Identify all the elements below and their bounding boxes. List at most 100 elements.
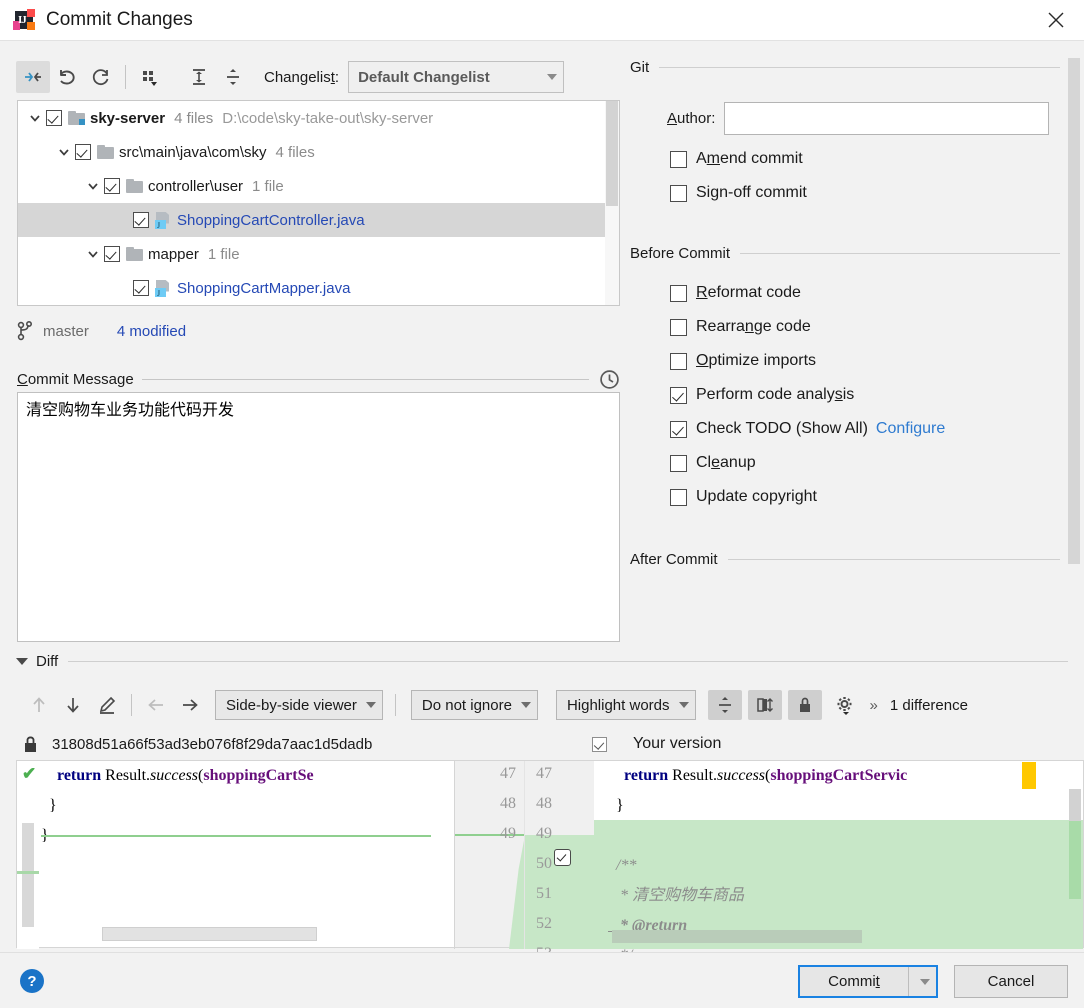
checkbox-box[interactable]	[670, 488, 687, 506]
intellij-idea-icon: IJ	[13, 9, 35, 31]
close-icon[interactable]	[1028, 0, 1084, 40]
toolbar-divider	[131, 694, 132, 716]
checkbox-box[interactable]	[670, 386, 687, 404]
changes-toolbar: Changelist: Default Changelist	[16, 56, 630, 98]
optimize-imports-checkbox[interactable]: Optimize imports	[630, 344, 1084, 378]
checkbox-box[interactable]	[670, 420, 687, 438]
collapse-all-button[interactable]	[216, 61, 250, 93]
perform-code-analysis-checkbox[interactable]: Perform code analysis	[630, 378, 1084, 412]
code-token: return	[41, 767, 106, 784]
changelist-dropdown[interactable]: Default Changelist	[348, 61, 565, 93]
cancel-button[interactable]: Cancel	[954, 965, 1068, 998]
tree-row-partial[interactable]	[18, 305, 619, 306]
diff-toolbar: Side-by-side viewer Do not ignore Highli…	[22, 688, 1082, 722]
commit-button[interactable]: Commi t	[800, 967, 908, 996]
diff-left-scrollbar-thumb[interactable]	[22, 823, 34, 927]
gear-icon[interactable]	[828, 690, 862, 720]
chevron-down-icon	[520, 702, 531, 708]
collapse-unchanged-icon[interactable]	[707, 690, 742, 720]
tree-row-name: sky-server	[90, 109, 166, 127]
tree-row[interactable]: J ShoppingCartMapper.java	[18, 271, 619, 305]
commit-message-input[interactable]: 清空购物车业务功能代码开发	[17, 392, 620, 642]
update-copyright-checkbox[interactable]: Update copyright	[630, 480, 1084, 514]
chevron-down-icon[interactable]	[16, 657, 28, 665]
tree-row-checkbox[interactable]	[133, 280, 149, 296]
arrow-down-icon[interactable]	[56, 690, 90, 720]
tree-row-name: ShoppingCartMapper.java	[177, 279, 351, 297]
tree-row-checkbox[interactable]	[75, 144, 91, 160]
lock-icon	[25, 736, 36, 752]
accept-change-checkbox[interactable]	[554, 849, 571, 866]
tree-scrollbar[interactable]	[605, 101, 619, 305]
commit-dropdown-button[interactable]	[908, 967, 936, 996]
tree-row[interactable]: controller\user 1 file	[18, 169, 619, 203]
configure-link[interactable]: Configure	[876, 420, 945, 438]
chevron-down-icon[interactable]	[24, 111, 46, 125]
checkbox-box[interactable]	[670, 352, 687, 370]
cleanup-checkbox[interactable]: Cleanup	[630, 446, 1084, 480]
author-field[interactable]	[724, 102, 1050, 135]
help-label: ?	[27, 972, 37, 990]
checkbox-label: Reformat code	[696, 284, 801, 301]
lock-icon[interactable]	[787, 690, 822, 720]
checkbox-box[interactable]	[670, 184, 687, 202]
added-lines-wedge	[509, 835, 525, 949]
sign-off-commit-checkbox[interactable]: Sign-off commit	[630, 176, 1084, 210]
separator-line	[740, 252, 1060, 254]
diff-right-scrollbar-thumb[interactable]	[1069, 789, 1081, 821]
highlight-mode-value: Highlight words	[566, 696, 670, 714]
highlight-mode-dropdown[interactable]: Highlight words	[555, 690, 696, 720]
reformat-code-checkbox[interactable]: Reformat code	[630, 276, 1084, 310]
modified-count[interactable]: 4 modified	[117, 323, 186, 340]
diff-right-hscrollbar[interactable]	[612, 930, 862, 943]
tree-row-path: D:\code\sky-take-out\sky-server	[222, 109, 434, 127]
toolbar-divider	[125, 65, 126, 89]
tree-row[interactable]: sky-server 4 files D:\code\sky-take-out\sk…	[18, 101, 619, 135]
viewer-mode-dropdown[interactable]: Side-by-side viewer	[215, 690, 383, 720]
tree-row-checkbox[interactable]	[104, 178, 120, 194]
tree-row-checkbox[interactable]	[133, 212, 149, 228]
tree-row[interactable]: src\main\java\com\sky 4 files	[18, 135, 619, 169]
tree-row-checkbox[interactable]	[104, 246, 120, 262]
tree-row[interactable]: mapper 1 file	[18, 237, 619, 271]
chevron-down-icon[interactable]	[53, 145, 75, 159]
your-version-checkbox[interactable]	[592, 736, 607, 752]
pencil-icon[interactable]	[90, 690, 124, 720]
chevron-down-icon[interactable]	[82, 247, 104, 261]
options-scrollbar-thumb[interactable]	[1068, 58, 1080, 564]
checkbox-box[interactable]	[670, 284, 687, 302]
checkbox-box[interactable]	[670, 454, 687, 472]
gutter-divider-2	[524, 761, 525, 949]
tree-row-name: mapper	[148, 245, 199, 263]
arrow-right-icon[interactable]	[173, 690, 207, 720]
show-diff-button[interactable]	[16, 61, 50, 93]
tree-row-count: 1 file	[252, 177, 284, 195]
chevron-down-icon[interactable]	[82, 179, 104, 193]
diff-right-pane[interactable]: return Result.success(shoppingCartServic…	[594, 760, 1084, 964]
chevron-double-right-icon[interactable]: »	[870, 697, 878, 714]
tree-row[interactable]: J ShoppingCartController.java	[18, 203, 619, 237]
refresh-button[interactable]	[84, 61, 118, 93]
group-by-button[interactable]	[133, 61, 167, 93]
clock-icon[interactable]	[599, 369, 620, 390]
diff-left-pane[interactable]: ✔ return Result.success(shoppingCartSe }…	[16, 760, 454, 949]
rearrange-code-checkbox[interactable]: Rearrange code	[630, 310, 1084, 344]
expand-all-button[interactable]	[182, 61, 216, 93]
tree-scrollbar-thumb[interactable]	[606, 101, 618, 206]
revert-button[interactable]	[50, 61, 84, 93]
check-todo-checkbox[interactable]: Check TODO (Show All) Configure	[630, 412, 1084, 446]
changed-files-tree[interactable]: sky-server 4 files D:\code\sky-take-out\sk…	[17, 100, 620, 306]
checkbox-box[interactable]	[670, 150, 687, 168]
tree-row-checkbox[interactable]	[46, 110, 62, 126]
toolbar-divider-2	[394, 694, 396, 716]
arrow-up-icon[interactable]	[22, 690, 56, 720]
sync-scroll-icon[interactable]	[747, 690, 782, 720]
ignore-mode-dropdown[interactable]: Do not ignore	[410, 690, 538, 720]
checkbox-box[interactable]	[670, 318, 687, 336]
diff-left-hscrollbar[interactable]	[102, 927, 317, 941]
amend-commit-checkbox[interactable]: Amend commit	[630, 142, 1084, 176]
diff-right-scrollbar-added[interactable]	[1069, 821, 1081, 899]
arrow-left-icon[interactable]	[139, 690, 173, 720]
help-icon[interactable]: ?	[20, 969, 44, 993]
diff-section-header[interactable]: Diff	[16, 650, 1068, 672]
